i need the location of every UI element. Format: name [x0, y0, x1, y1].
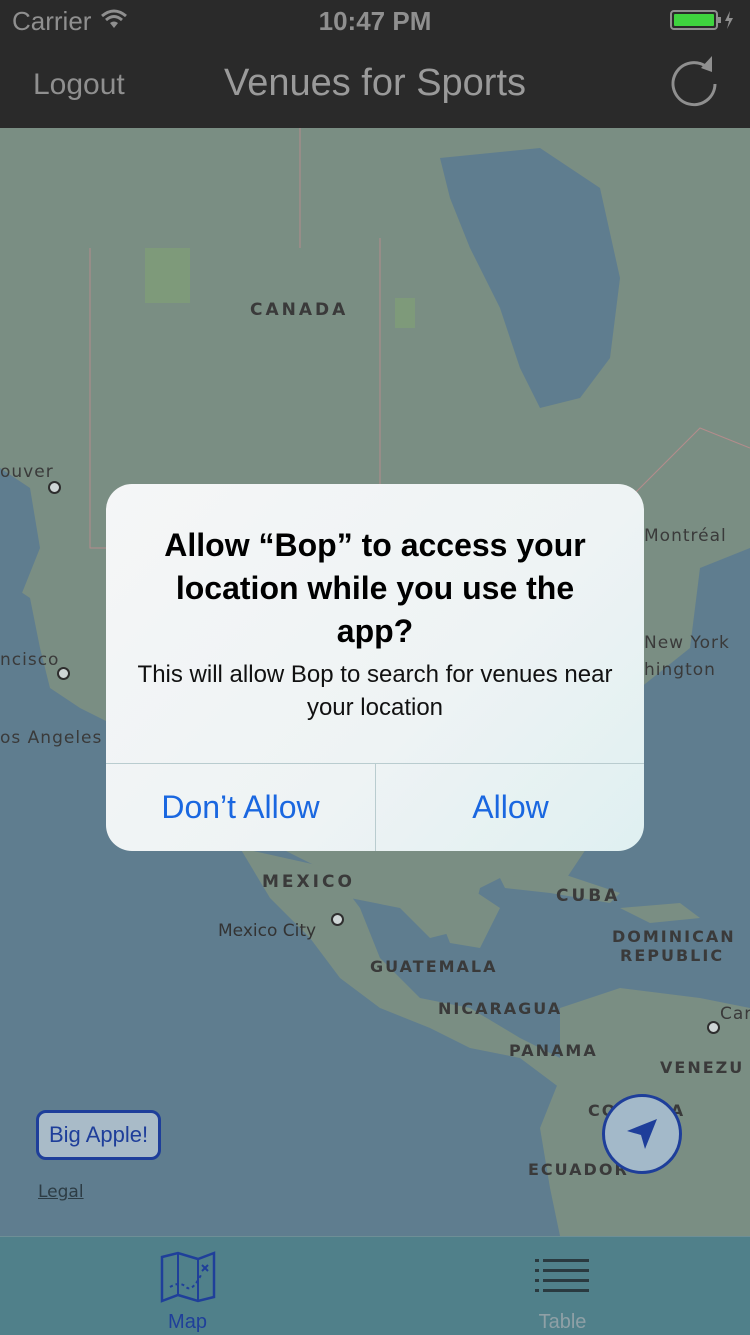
map-label-venezuela: VENEZU [660, 1058, 745, 1077]
map-label-guatemala: GUATEMALA [370, 957, 498, 976]
map-label-mexico: MEXICO [262, 872, 355, 892]
map-label-republic: REPUBLIC [620, 946, 725, 965]
map-label-caracas: Car [720, 1004, 750, 1024]
tab-map-label: Map [168, 1311, 207, 1333]
map-label-los-angeles: os Angeles [0, 728, 103, 748]
map-label-nicaragua: NICARAGUA [438, 999, 563, 1018]
legal-link[interactable]: Legal [38, 1182, 84, 1202]
location-arrow-icon [627, 1119, 657, 1149]
current-location-button[interactable] [602, 1094, 682, 1174]
alert-title: Allow “Bop” to access your location whil… [164, 527, 586, 649]
map-label-dominican: DOMINICAN [612, 927, 736, 946]
map-label-panama: PANAMA [509, 1041, 598, 1060]
city-dot [48, 481, 61, 494]
navigation-bar: Logout Venues for Sports [0, 40, 750, 128]
map-label-canada: CANADA [250, 300, 349, 320]
page-title: Venues for Sports [223, 62, 527, 104]
map-icon [160, 1251, 216, 1303]
alert-message: This will allow Bop to search for venues… [137, 661, 613, 721]
location-permission-alert: Allow “Bop” to access your location whil… [106, 484, 644, 851]
allow-button[interactable]: Allow [376, 764, 644, 851]
tab-map[interactable]: Map [0, 1237, 375, 1335]
dont-allow-button[interactable]: Don’t Allow [106, 764, 375, 851]
status-bar: Carrier 10:47 PM [0, 0, 750, 40]
map-label-mexico-city: Mexico City [218, 921, 317, 941]
map-label-vancouver: ouver [0, 462, 54, 482]
list-icon [535, 1259, 589, 1292]
map-label-montreal: Montréal [644, 526, 727, 546]
city-dot [331, 913, 344, 926]
refresh-icon[interactable] [668, 54, 722, 117]
map-label-cuba: CUBA [556, 886, 621, 906]
city-dot [707, 1021, 720, 1034]
map-pin-callout[interactable]: Big Apple! [36, 1110, 162, 1160]
tab-table[interactable]: Table [375, 1237, 750, 1335]
tab-bar: Map Table [0, 1236, 750, 1335]
status-time: 10:47 PM [318, 6, 432, 36]
city-dot [57, 667, 70, 680]
battery-icon [670, 9, 736, 36]
tab-table-label: Table [538, 1311, 587, 1333]
map-label-san-francisco: ncisco [0, 650, 60, 670]
map-label-new-york: New York [644, 633, 730, 653]
map-label-washington: hington [644, 660, 716, 680]
